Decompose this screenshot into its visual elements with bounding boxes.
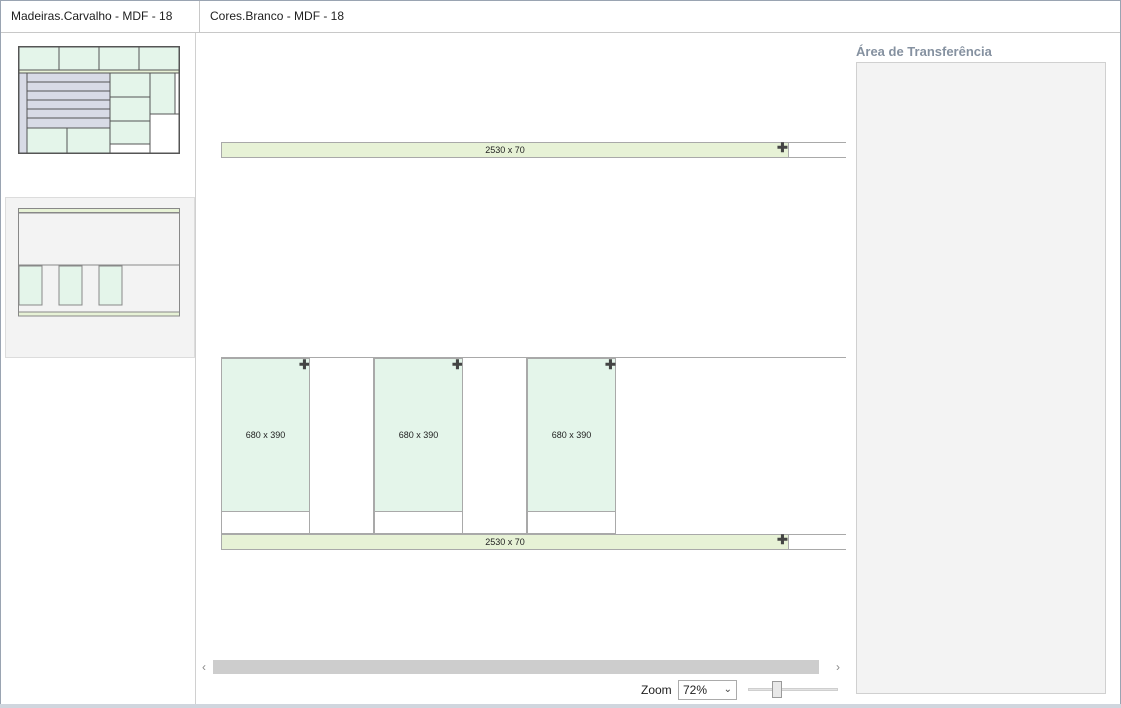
offcut-top <box>788 142 846 158</box>
piece-3-label: 680 x 390 <box>551 430 592 440</box>
move-handle-icon[interactable]: ✚ <box>777 141 788 154</box>
cutting-plan-canvas[interactable]: 2530 x 70 ✚ 680 x 390 ✚ 680 x 390 ✚ 680 … <box>196 33 846 658</box>
offcut-gap-1 <box>309 358 374 534</box>
strip-bottom-label: 2530 x 70 <box>485 537 525 547</box>
scroll-right-icon[interactable]: › <box>830 658 846 676</box>
tab-madeiras-carvalho[interactable]: Madeiras.Carvalho - MDF - 18 (2) <box>1 1 200 54</box>
piece-1[interactable]: 680 x 390 <box>221 358 310 512</box>
move-handle-icon[interactable]: ✚ <box>605 358 616 371</box>
sheet-thumbnail-list <box>2 33 196 705</box>
strip-top-label: 2530 x 70 <box>485 145 525 155</box>
scroll-left-icon[interactable]: ‹ <box>196 658 212 676</box>
chevron-down-icon: ⌄ <box>723 684 732 695</box>
offcut-2 <box>374 511 463 534</box>
strip-top[interactable]: 2530 x 70 <box>221 142 789 158</box>
piece-2[interactable]: 680 x 390 <box>374 358 463 512</box>
horizontal-scrollbar[interactable]: ‹ › <box>196 658 846 676</box>
offcut-3 <box>527 511 616 534</box>
offcut-1 <box>221 511 310 534</box>
sheet-thumbnail-1[interactable] <box>18 46 181 155</box>
piece-1-label: 680 x 390 <box>245 430 286 440</box>
piece-3[interactable]: 680 x 390 <box>527 358 616 512</box>
zoom-slider-thumb[interactable] <box>772 681 782 698</box>
zoom-label: Zoom <box>641 683 672 697</box>
offcut-gap-2 <box>462 358 527 534</box>
move-handle-icon[interactable]: ✚ <box>777 533 788 546</box>
sheet-tab-bar: Madeiras.Carvalho - MDF - 18 (2) Cores.B… <box>1 1 1120 54</box>
window-bottom-edge <box>0 704 1121 708</box>
transfer-area-title: Área de Transferência <box>856 44 992 59</box>
transfer-area[interactable] <box>856 62 1106 694</box>
scrollbar-thumb[interactable] <box>213 660 819 674</box>
zoom-select[interactable]: 72% ⌄ <box>678 680 737 700</box>
piece-2-label: 680 x 390 <box>398 430 439 440</box>
cutting-plan-window: Madeiras.Carvalho - MDF - 18 (2) Cores.B… <box>0 0 1121 706</box>
strip-bottom[interactable]: 2530 x 70 <box>221 534 789 550</box>
zoom-value: 72% <box>683 683 708 697</box>
tab-cores-branco[interactable]: Cores.Branco - MDF - 18 (3) <box>200 1 370 54</box>
offcut-bottom <box>788 534 846 550</box>
sheet-thumbnail-2[interactable] <box>18 208 181 317</box>
zoom-slider[interactable] <box>748 681 838 698</box>
